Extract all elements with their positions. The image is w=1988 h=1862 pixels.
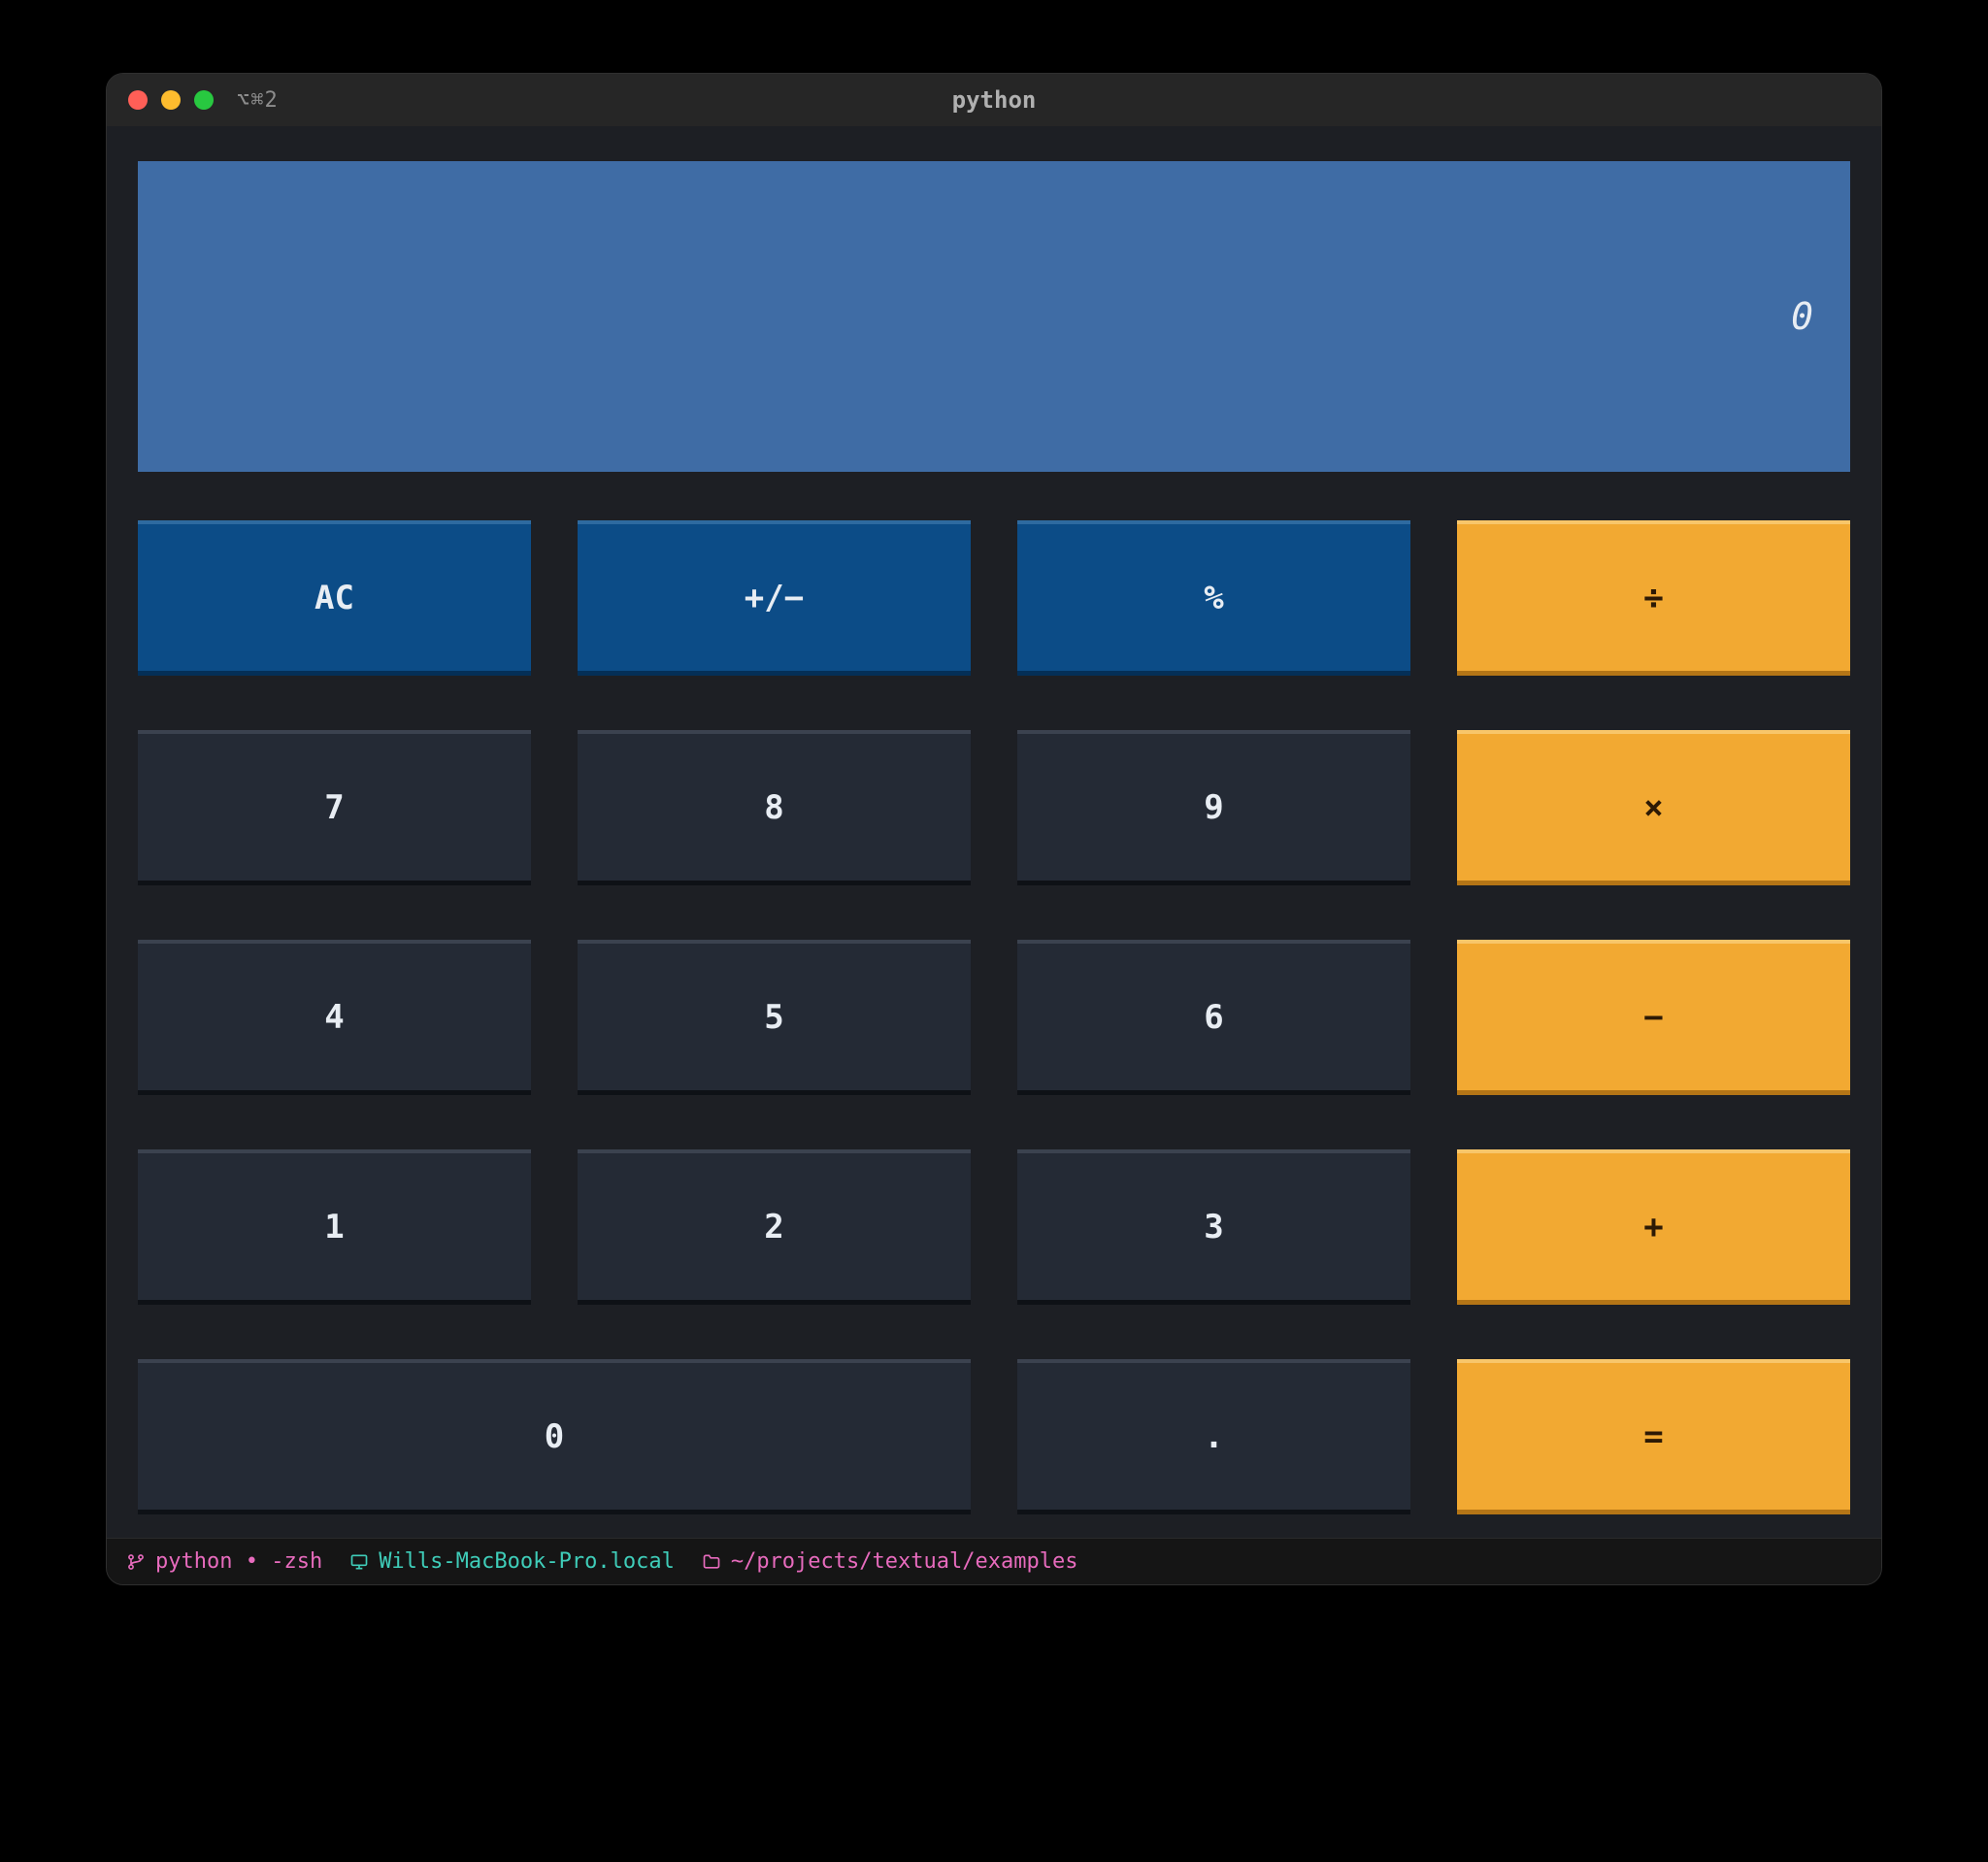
- equals-button[interactable]: =: [1457, 1359, 1850, 1514]
- status-process: python • -zsh: [126, 1549, 322, 1574]
- digit-4-button[interactable]: 4: [138, 940, 531, 1095]
- digit-5-button[interactable]: 5: [578, 940, 971, 1095]
- digit-2-button[interactable]: 2: [578, 1149, 971, 1305]
- digit-3-button[interactable]: 3: [1017, 1149, 1410, 1305]
- status-host: Wills-MacBook-Pro.local: [349, 1549, 675, 1574]
- status-path: ~/projects/textual/examples: [702, 1549, 1078, 1574]
- digit-0-button[interactable]: 0: [138, 1359, 971, 1514]
- digit-8-button[interactable]: 8: [578, 730, 971, 885]
- keypad-row: 0 . =: [138, 1359, 1850, 1514]
- display-value: 0: [1791, 295, 1813, 338]
- divide-button[interactable]: ÷: [1457, 520, 1850, 676]
- plus-button[interactable]: +: [1457, 1149, 1850, 1305]
- keypad: AC +/− % ÷ 7 8 9 × 4 5 6 −: [138, 520, 1850, 1514]
- status-path-text: ~/projects/textual/examples: [731, 1549, 1078, 1574]
- minimize-icon[interactable]: [161, 90, 181, 110]
- terminal-window: ⌥⌘2 python 0 AC +/− % ÷ 7 8 9 ×: [106, 73, 1882, 1585]
- digit-6-button[interactable]: 6: [1017, 940, 1410, 1095]
- status-process-text: python • -zsh: [155, 1549, 322, 1574]
- status-bar: python • -zsh Wills-MacBook-Pro.local ~/…: [107, 1538, 1881, 1584]
- plus-minus-button[interactable]: +/−: [578, 520, 971, 676]
- close-icon[interactable]: [128, 90, 148, 110]
- monitor-icon: [349, 1552, 369, 1572]
- multiply-button[interactable]: ×: [1457, 730, 1850, 885]
- digit-9-button[interactable]: 9: [1017, 730, 1410, 885]
- ac-button[interactable]: AC: [138, 520, 531, 676]
- keypad-row: 1 2 3 +: [138, 1149, 1850, 1305]
- keypad-row: 4 5 6 −: [138, 940, 1850, 1095]
- window-controls: [128, 90, 214, 110]
- digit-1-button[interactable]: 1: [138, 1149, 531, 1305]
- digit-7-button[interactable]: 7: [138, 730, 531, 885]
- keypad-row: AC +/− % ÷: [138, 520, 1850, 676]
- window-title: python: [107, 86, 1881, 114]
- minus-button[interactable]: −: [1457, 940, 1850, 1095]
- decimal-button[interactable]: .: [1017, 1359, 1410, 1514]
- zoom-icon[interactable]: [194, 90, 214, 110]
- calculator-display: 0: [138, 161, 1850, 472]
- shortcut-hint: ⌥⌘2: [237, 88, 279, 113]
- keypad-row: 7 8 9 ×: [138, 730, 1850, 885]
- folder-icon: [702, 1552, 721, 1572]
- branch-icon: [126, 1552, 146, 1572]
- app-content: 0 AC +/− % ÷ 7 8 9 × 4 5 6: [107, 126, 1881, 1538]
- status-host-text: Wills-MacBook-Pro.local: [379, 1549, 675, 1574]
- titlebar: ⌥⌘2 python: [107, 74, 1881, 126]
- percent-button[interactable]: %: [1017, 520, 1410, 676]
